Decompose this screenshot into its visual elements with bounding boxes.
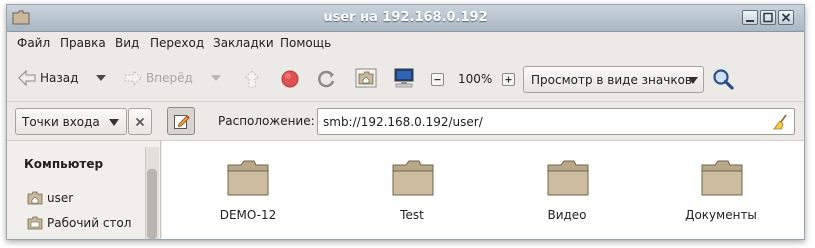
folder-icon [701,160,743,196]
close-window-button[interactable] [778,10,794,25]
zoom-level: 100% [458,72,493,86]
toolbar: Назад Вперёд 100% Просмотр в виде значко… [7,55,804,102]
reload-icon[interactable] [317,69,337,89]
search-icon[interactable] [712,68,734,90]
edit-pencil-icon [174,115,190,129]
file-name: Test [400,208,424,222]
zoom-in-icon [505,76,512,83]
view-mode-select[interactable]: Просмотр в виде значков [523,66,704,93]
computer-icon[interactable] [393,67,415,89]
maximize-icon [763,12,773,23]
sidebar-places-value: Точки входа [22,115,100,129]
up-arrow-icon[interactable] [243,69,261,89]
file-icon-view: DEMO-12 Test Видео Документы [162,141,804,239]
menu-bar: Файл Правка Вид Переход Закладки Помощь [7,32,804,54]
menu-go[interactable]: Переход [150,36,204,50]
sidebar-item-label: user [47,191,74,205]
zoom-in-button[interactable] [502,73,515,86]
file-manager-window: user на 192.168.0.192 Файл Правка Вид Пе… [6,4,805,240]
forward-button-label[interactable]: Вперёд [146,71,193,85]
close-icon [781,13,791,22]
title-bar[interactable]: user на 192.168.0.192 [7,5,804,32]
zoom-out-button[interactable] [431,73,444,86]
menu-edit[interactable]: Правка [60,36,106,50]
sidebar-heading: Компьютер [24,157,104,171]
chevron-down-icon [109,119,119,126]
menu-bookmarks[interactable]: Закладки [213,36,274,50]
forward-arrow-icon[interactable] [123,69,143,87]
back-arrow-icon[interactable] [17,69,37,87]
menu-file[interactable]: Файл [17,36,50,50]
zoom-out-icon [434,79,441,81]
back-button-label[interactable]: Назад [40,71,78,85]
maximize-button[interactable] [760,10,776,25]
desktop-folder-icon [27,216,43,230]
file-name: Видео [547,208,587,222]
location-bar: Точки входа Расположение: smb://192.168.… [7,102,804,141]
view-mode-value: Просмотр в виде значков [531,73,692,87]
minimize-button[interactable] [742,10,758,25]
location-path: smb://192.168.0.192/user/ [323,115,483,129]
home-folder-icon [27,191,43,205]
sidebar-scrollbar[interactable] [145,147,159,239]
stop-icon[interactable] [280,69,300,89]
home-icon[interactable] [355,68,377,88]
sidebar: Компьютер user Рабочий стол [7,141,161,239]
location-label: Расположение: [218,114,315,128]
minimize-icon [746,20,754,22]
sidebar-scrollbar-thumb[interactable] [147,169,157,239]
close-sidebar-button[interactable] [128,108,152,135]
folder-icon [547,160,589,196]
clear-broom-icon[interactable] [773,114,789,130]
location-input[interactable]: smb://192.168.0.192/user/ [317,108,795,135]
close-icon [135,117,145,127]
file-name: DEMO-12 [219,208,277,222]
menu-help[interactable]: Помощь [280,36,331,50]
toggle-location-entry-button[interactable] [167,107,195,135]
window-title: user на 192.168.0.192 [323,10,488,25]
sidebar-item-desktop[interactable]: Рабочий стол [27,215,152,233]
folder-icon [392,160,434,196]
file-name: Документы [685,208,757,222]
back-history-dropdown-icon[interactable] [95,73,107,83]
sidebar-item-label: Рабочий стол [47,216,132,230]
folder-icon [227,160,269,196]
chevron-down-icon [688,77,698,84]
menu-view[interactable]: Вид [115,36,139,50]
sidebar-places-select[interactable]: Точки входа [15,108,127,135]
forward-history-dropdown-icon[interactable] [210,73,222,83]
sidebar-item-user[interactable]: user [27,190,147,208]
